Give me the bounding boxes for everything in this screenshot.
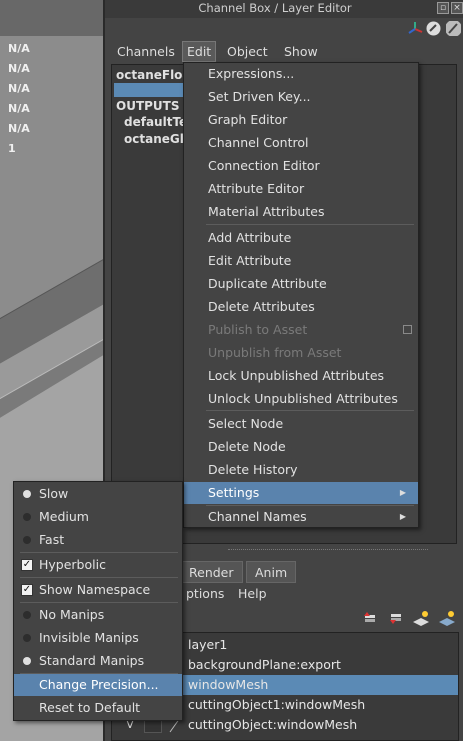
hud-value: 1 bbox=[8, 142, 16, 155]
menu-item-graph-editor[interactable]: Graph Editor bbox=[184, 109, 418, 131]
layer-name: layer1 bbox=[188, 637, 228, 652]
layer-menu-help[interactable]: Help bbox=[238, 586, 267, 604]
menu-item-channel-names[interactable]: Channel Names ▶ bbox=[184, 506, 418, 528]
menu-item-delete-attributes[interactable]: Delete Attributes bbox=[184, 296, 418, 318]
new-layer-icon[interactable] bbox=[412, 610, 430, 626]
checkmark-icon: ✓ bbox=[21, 584, 33, 596]
selected-channel-row[interactable] bbox=[114, 83, 186, 97]
hud-value: N/A bbox=[8, 42, 30, 55]
layer-name: cuttingObject:windowMesh bbox=[188, 717, 358, 732]
axis-icon[interactable] bbox=[407, 20, 424, 37]
new-layer-selected-icon[interactable] bbox=[438, 610, 456, 626]
hud-value: N/A bbox=[8, 82, 30, 95]
close-icon[interactable]: × bbox=[451, 2, 463, 14]
menu-item-label: Slow bbox=[39, 486, 69, 501]
menu-item-medium[interactable]: Medium bbox=[14, 506, 182, 528]
menu-item-slow[interactable]: Slow bbox=[14, 483, 182, 505]
menu-item-connection-editor[interactable]: Connection Editor bbox=[184, 155, 418, 177]
pane-resize-handle[interactable] bbox=[228, 549, 428, 552]
radio-icon bbox=[23, 634, 31, 642]
menu-item-publish-to-asset: Publish to Asset bbox=[184, 319, 418, 341]
menu-item-label: Settings bbox=[208, 485, 260, 500]
menu-item-label: Medium bbox=[39, 509, 89, 524]
menu-separator bbox=[206, 410, 414, 411]
hud-value: N/A bbox=[8, 102, 30, 115]
menu-separator bbox=[20, 577, 178, 578]
menu-item-label: Invisible Manips bbox=[39, 630, 139, 645]
menu-item-delete-node[interactable]: Delete Node bbox=[184, 436, 418, 458]
settings-submenu: Slow Medium Fast ✓ Hyperbolic ✓ Show Nam… bbox=[13, 481, 183, 721]
panel-titlebar[interactable]: Channel Box / Layer Editor ▫ × bbox=[105, 0, 463, 18]
menu-item-delete-history[interactable]: Delete History bbox=[184, 459, 418, 481]
layer-name: cuttingObject1:windowMesh bbox=[188, 697, 366, 712]
radio-icon bbox=[23, 536, 31, 544]
channel-box-menubar: Channels Edit Object Show bbox=[111, 40, 451, 62]
submenu-arrow-icon: ▶ bbox=[399, 488, 406, 497]
menu-item-settings[interactable]: Settings ▶ bbox=[184, 482, 418, 504]
tab-render[interactable]: Render bbox=[180, 561, 243, 583]
edit-icon[interactable] bbox=[445, 20, 462, 37]
node-name[interactable]: octaneFloa bbox=[116, 68, 191, 82]
menu-item-unpublish-from-asset: Unpublish from Asset bbox=[208, 345, 342, 360]
menu-item-label: Reset to Default bbox=[39, 700, 141, 715]
menu-object[interactable]: Object bbox=[223, 42, 272, 62]
hud-value: N/A bbox=[8, 62, 30, 75]
menu-item-standard-manips[interactable]: Standard Manips bbox=[14, 650, 182, 672]
menu-item-label: Hyperbolic bbox=[39, 557, 106, 572]
menu-item-material-attributes[interactable]: Material Attributes bbox=[184, 201, 418, 223]
menu-item-set-driven-key[interactable]: Set Driven Key... bbox=[184, 86, 418, 108]
tab-anim[interactable]: Anim bbox=[246, 561, 297, 583]
menu-item-duplicate-attribute[interactable]: Duplicate Attribute bbox=[184, 273, 418, 295]
move-layer-down-icon[interactable] bbox=[388, 610, 404, 626]
edit-menu-dropdown: Expressions... Set Driven Key... Graph E… bbox=[183, 62, 419, 528]
layer-name: backgroundPlane:export bbox=[188, 657, 341, 672]
panel-icons-row bbox=[105, 18, 463, 40]
submenu-arrow-icon: ▶ bbox=[399, 512, 406, 521]
checkmark-icon: ✓ bbox=[21, 559, 33, 571]
radio-icon bbox=[23, 611, 31, 619]
menu-item-show-namespace[interactable]: ✓ Show Namespace bbox=[14, 579, 182, 601]
menu-separator bbox=[20, 602, 178, 603]
menu-item-channel-control[interactable]: Channel Control bbox=[184, 132, 418, 154]
menu-item-expressions[interactable]: Expressions... bbox=[184, 63, 418, 85]
hud-value: N/A bbox=[8, 122, 30, 135]
menu-item-label: Show Namespace bbox=[39, 582, 151, 597]
menu-separator bbox=[206, 224, 414, 225]
menu-item-no-manips[interactable]: No Manips bbox=[14, 604, 182, 626]
menu-edit[interactable]: Edit bbox=[182, 41, 217, 62]
menu-item-label: Standard Manips bbox=[39, 653, 145, 668]
menu-item-label: Channel Names bbox=[208, 509, 307, 524]
layer-menu-options[interactable]: ptions bbox=[186, 586, 224, 604]
radio-icon bbox=[23, 513, 31, 521]
menu-item-fast[interactable]: Fast bbox=[14, 529, 182, 551]
panel-title: Channel Box / Layer Editor bbox=[198, 1, 352, 15]
menu-item-invisible-manips[interactable]: Invisible Manips bbox=[14, 627, 182, 649]
menu-show[interactable]: Show bbox=[280, 42, 322, 62]
outputs-header: OUTPUTS bbox=[116, 99, 180, 113]
layer-name: windowMesh bbox=[188, 677, 269, 692]
menu-item-change-precision[interactable]: Change Precision... bbox=[14, 674, 182, 696]
radio-selected-icon bbox=[23, 490, 31, 498]
menu-separator bbox=[20, 552, 178, 553]
menu-item-attribute-editor[interactable]: Attribute Editor bbox=[184, 178, 418, 200]
menu-item-select-node[interactable]: Select Node bbox=[184, 413, 418, 435]
menu-item-reset-to-default[interactable]: Reset to Default bbox=[14, 697, 182, 719]
help-circle-icon[interactable] bbox=[425, 20, 442, 37]
option-box-icon bbox=[403, 325, 412, 334]
menu-item-label: No Manips bbox=[39, 607, 105, 622]
menu-item-unlock-unpublished-attributes[interactable]: Unlock Unpublished Attributes bbox=[184, 388, 418, 410]
menu-item-label: Fast bbox=[39, 532, 65, 547]
output-node[interactable]: octaneGlo bbox=[124, 132, 192, 146]
menu-item-label: Publish to Asset bbox=[208, 322, 308, 337]
radio-selected-icon bbox=[23, 657, 31, 665]
menu-item-hyperbolic[interactable]: ✓ Hyperbolic bbox=[14, 554, 182, 576]
menu-item-add-attribute[interactable]: Add Attribute bbox=[184, 227, 418, 249]
menu-channels[interactable]: Channels bbox=[113, 42, 179, 62]
menu-item-label: Change Precision... bbox=[39, 677, 159, 692]
menu-item-edit-attribute[interactable]: Edit Attribute bbox=[184, 250, 418, 272]
float-icon[interactable]: ▫ bbox=[437, 2, 449, 14]
move-layer-up-icon[interactable] bbox=[362, 610, 378, 626]
menu-item-lock-unpublished-attributes[interactable]: Lock Unpublished Attributes bbox=[184, 365, 418, 387]
output-node[interactable]: defaultTe bbox=[124, 115, 187, 129]
